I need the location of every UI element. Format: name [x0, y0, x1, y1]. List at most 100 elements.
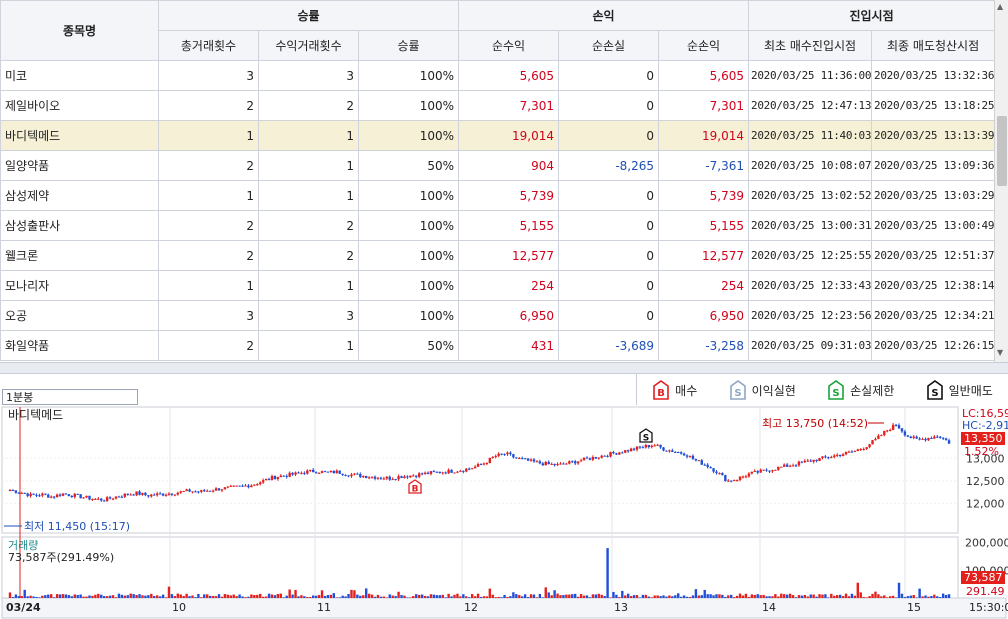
volume-bar: [497, 596, 500, 598]
take-profit-glyph: S: [734, 388, 741, 399]
candle-body: [11, 490, 15, 492]
header-winning-trades[interactable]: 수익거래횟수: [258, 30, 359, 61]
candle-body: [585, 457, 589, 459]
price-chart[interactable]: 12,00012,50013,000바디텍메드최고 13,750 (14:52)…: [0, 405, 1008, 619]
candle-body: [88, 495, 91, 500]
header-last-exit[interactable]: 최종 매도청산시점: [871, 30, 994, 61]
candle-body: [897, 425, 901, 429]
table-scrollbar[interactable]: ▲ ▼: [994, 0, 1008, 362]
volume-bar: [26, 596, 29, 598]
volume-bar: [665, 596, 668, 598]
header-win-rate[interactable]: 승률: [357, 30, 460, 61]
volume-bar: [403, 595, 406, 598]
header-first-entry[interactable]: 최초 매수진입시점: [748, 30, 873, 61]
candle-body: [591, 457, 595, 460]
candle-body: [185, 489, 188, 492]
candle-body: [862, 449, 865, 451]
header-total-trades[interactable]: 총거래횟수: [158, 30, 259, 61]
normal-sell-marker-icon: S: [926, 380, 943, 400]
volume-bar: [170, 594, 174, 598]
volume-bar: [909, 595, 912, 598]
candle-body: [138, 491, 141, 495]
volume-bar: [488, 588, 492, 598]
volume-bar: [694, 589, 698, 598]
volume-bar: [462, 594, 465, 598]
candle-body: [120, 496, 124, 498]
volume-bar: [574, 593, 577, 598]
header-net-pnl[interactable]: 순손익: [658, 30, 750, 61]
total-trades-cell: 2: [158, 90, 259, 121]
candle-body: [14, 490, 18, 493]
volume-bar: [833, 595, 836, 598]
win-rate-cell: 100%: [357, 180, 460, 211]
table-row[interactable]: 일양약품 2 1 50% 904 -8,265 -7,361 2020/03/25 10:08…: [0, 150, 994, 181]
candle-body: [827, 457, 830, 459]
winning-trades-cell: 3: [258, 60, 359, 91]
header-gross-loss[interactable]: 순손실: [558, 30, 660, 61]
volume-bar: [50, 594, 53, 598]
table-row[interactable]: 삼성출판사 2 2 100% 5,155 0 5,155 2020/03/25 13:00:3…: [0, 210, 994, 241]
panel-splitter[interactable]: [0, 362, 1008, 374]
candle-body: [76, 493, 79, 495]
candle-body: [526, 458, 530, 461]
table-row[interactable]: 화일약품 2 1 50% 431 -3,689 -3,258 2020/03/25 09:31…: [0, 330, 994, 361]
candle-body: [55, 494, 59, 498]
volume-bar: [847, 596, 851, 598]
volume-bar: [703, 589, 706, 598]
scroll-down-icon[interactable]: ▼: [997, 348, 1003, 357]
volume-bar: [300, 595, 303, 598]
table-row[interactable]: 오공 3 3 100% 6,950 0 6,950 2020/03/25 12:23:56 20…: [0, 300, 994, 331]
candle-body: [830, 457, 833, 459]
stock-name-cell: 모나리자: [0, 270, 159, 301]
volume-bar: [632, 595, 636, 598]
volume-bar: [238, 594, 241, 598]
volume-bar: [868, 596, 871, 598]
candle-body: [738, 476, 742, 480]
candle-body: [223, 487, 227, 490]
volume-bar: [509, 596, 512, 598]
candle-body: [939, 436, 942, 438]
candle-body: [612, 452, 615, 454]
table-row[interactable]: 제일바이오 2 2 100% 7,301 0 7,301 2020/03/25 12:47:1…: [0, 90, 994, 121]
volume-bar: [323, 595, 327, 598]
volume-bar: [553, 590, 556, 598]
candle-body: [370, 476, 374, 478]
volume-bar: [317, 594, 321, 598]
candle-body: [603, 455, 606, 457]
volume-bar: [359, 595, 362, 598]
gross-loss-cell: -3,689: [558, 330, 660, 361]
header-stock-name[interactable]: 종목명: [0, 0, 159, 61]
buy-glyph: B: [657, 388, 665, 399]
last-exit-cell: 2020/03/25 13:03:29: [871, 180, 994, 211]
volume-bar: [547, 592, 550, 598]
header-gross-profit[interactable]: 순수익: [458, 30, 560, 61]
table-row[interactable]: 모나리자 1 1 100% 254 0 254 2020/03/25 12:33:43 2020…: [0, 270, 994, 301]
table-row[interactable]: 미코 3 3 100% 5,605 0 5,605 2020/03/25 11:36:00 20…: [0, 60, 994, 91]
volume-bar: [656, 595, 659, 598]
volume-bar: [47, 594, 50, 598]
volume-bar: [756, 594, 759, 598]
candle-body: [406, 476, 409, 478]
candle-body: [762, 469, 765, 471]
candle-body: [320, 471, 324, 473]
volume-bar: [132, 594, 135, 598]
table-row[interactable]: 바디텍메드 1 1 100% 19,014 0 19,014 2020/03/25 11:40…: [0, 120, 994, 151]
candle-body: [494, 455, 497, 458]
volume-bar: [423, 595, 427, 598]
first-entry-cell: 2020/03/25 12:33:43: [748, 270, 873, 301]
timeframe-select[interactable]: 1분봉: [2, 389, 138, 405]
scroll-up-icon[interactable]: ▲: [997, 2, 1003, 11]
table-row[interactable]: 삼성제약 1 1 100% 5,739 0 5,739 2020/03/25 13:02:52…: [0, 180, 994, 211]
first-entry-cell: 2020/03/25 09:31:03: [748, 330, 873, 361]
winning-trades-cell: 3: [258, 300, 359, 331]
table-row[interactable]: 웰크론 2 2 100% 12,577 0 12,577 2020/03/25 12:25:5…: [0, 240, 994, 271]
volume-bar: [420, 594, 424, 598]
scroll-thumb[interactable]: [997, 116, 1007, 186]
volume-bar: [506, 596, 509, 598]
candle-body: [397, 476, 400, 480]
volume-bar: [173, 596, 177, 598]
volume-bar: [453, 594, 456, 598]
volume-bar: [653, 595, 656, 598]
candle-body: [924, 438, 927, 441]
candle-body: [562, 463, 565, 465]
